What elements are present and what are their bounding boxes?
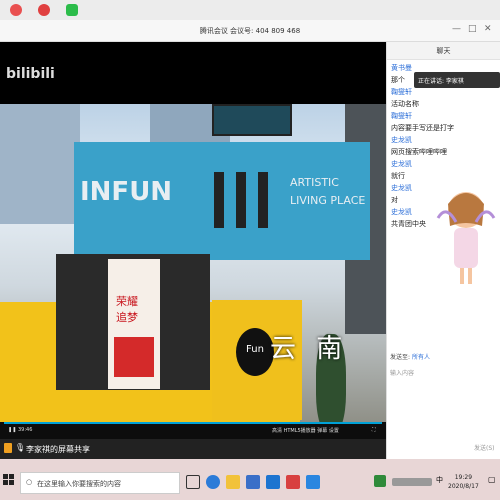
speaking-indicator: 正在讲话: 李家祺 [414, 72, 500, 88]
chat-sender: 鞠燮轩 [391, 112, 412, 120]
sign-living-place: LIVING PLACE [290, 194, 365, 207]
svg-text:荣耀: 荣耀 [116, 295, 138, 308]
task-view-icon[interactable] [186, 475, 200, 489]
notification-icon[interactable]: ▢ [488, 475, 496, 484]
chat-message: 史龙凯网页搜索哔哩哔哩 [387, 134, 500, 158]
search-placeholder: 在这里输入你要搜索的内容 [37, 480, 121, 488]
tv-screen [212, 104, 292, 136]
chat-message: 鞠燮轩内容要手写还是打字 [387, 110, 500, 134]
chat-input[interactable]: 输入内容 [390, 368, 414, 377]
send-button[interactable]: 发送(S) [474, 443, 495, 452]
bilibili-watermark: bilibili [6, 66, 55, 82]
chat-text: 内容要手写还是打字 [391, 124, 454, 132]
microphone-icon[interactable]: 🎙 [15, 443, 25, 452]
sign-artistic: ARTISTIC [290, 176, 339, 189]
tray-icons[interactable] [392, 478, 432, 486]
svg-text:追梦: 追梦 [116, 310, 138, 324]
windows-start-icon[interactable] [0, 469, 18, 491]
clock-time: 19:29 [454, 474, 473, 481]
clock-date: 2020/8/17 [448, 483, 479, 490]
share-label: 李家祺的屏幕共享 [26, 445, 90, 454]
minimize-icon[interactable]: — [452, 24, 461, 34]
screen-share-bar: 🎙 李家祺的屏幕共享 [0, 439, 386, 459]
meeting-titlebar: 腾讯会议 会议号: 404 809 468 — □ ✕ [0, 20, 500, 42]
input-language[interactable]: 中 [436, 475, 443, 485]
player-options[interactable]: 高清 HTML5播放器 弹幕 设置 [272, 427, 339, 434]
container-sign: INFUN ARTISTIC LIVING PLACE [80, 172, 365, 228]
app-icon-3[interactable] [66, 4, 78, 16]
progress-bar[interactable] [4, 422, 382, 424]
tencent-meeting-icon[interactable] [306, 475, 320, 489]
fullscreen-icon[interactable]: ⛶ [372, 427, 376, 433]
tray-app-icon[interactable] [374, 475, 386, 487]
video-frame: INFUN ARTISTIC LIVING PLACE 荣耀 追梦 Fun [0, 104, 386, 434]
windows-taskbar: ○ 在这里输入你要搜索的内容 中 19:29 2020/8/17 ▢ [0, 459, 500, 500]
background-building-left [0, 104, 80, 224]
poster: 荣耀 追梦 [108, 259, 160, 389]
send-to-value[interactable]: 所有人 [412, 354, 430, 361]
store-icon[interactable] [246, 475, 260, 489]
shared-screen-video[interactable]: bilibili INFUN ARTISTIC LIVING PLACE 荣耀 … [0, 42, 386, 439]
browser-top-strip [0, 0, 500, 20]
mail-icon[interactable] [266, 475, 280, 489]
send-to-label: 发送至: [390, 354, 411, 361]
store-logo: Fun [236, 328, 274, 376]
maximize-icon[interactable]: □ [468, 24, 477, 34]
app-icon-2[interactable] [38, 4, 50, 16]
chat-title: 聊天 [387, 42, 500, 60]
taskbar-clock[interactable]: 19:29 2020/8/17 [448, 473, 479, 491]
chat-sender: 史龙凯 [391, 160, 412, 168]
sign-infun: INFUN [80, 177, 172, 207]
edge-icon[interactable] [206, 475, 220, 489]
file-explorer-icon[interactable] [226, 475, 240, 489]
meeting-title: 腾讯会议 会议号: 404 809 468 [199, 27, 301, 35]
play-pause-button[interactable]: ❚❚ [8, 427, 16, 433]
chat-text: 网页搜索哔哩哔哩 [391, 148, 447, 156]
app-icon-red[interactable] [286, 475, 300, 489]
search-icon: ○ [26, 478, 33, 486]
overlay-caption: 云 南 [270, 334, 349, 364]
close-icon[interactable]: ✕ [484, 24, 492, 34]
player-controls: ❚❚ 39:46 高清 HTML5播放器 弹幕 设置 ⛶ [0, 422, 386, 439]
app-icon-1[interactable] [10, 4, 22, 16]
chat-sender: 史龙凯 [391, 136, 412, 144]
share-icon[interactable] [4, 443, 12, 453]
anime-sticker-image [436, 192, 496, 284]
taskbar-search-input[interactable]: ○ 在这里输入你要搜索的内容 [20, 472, 180, 494]
send-to-selector[interactable]: 发送至: 所有人 [390, 352, 430, 361]
chat-message: 鞠燮轩 活动名称 [387, 86, 500, 110]
chat-text: 活动名称 [391, 100, 419, 108]
player-time: 39:46 [18, 427, 33, 433]
